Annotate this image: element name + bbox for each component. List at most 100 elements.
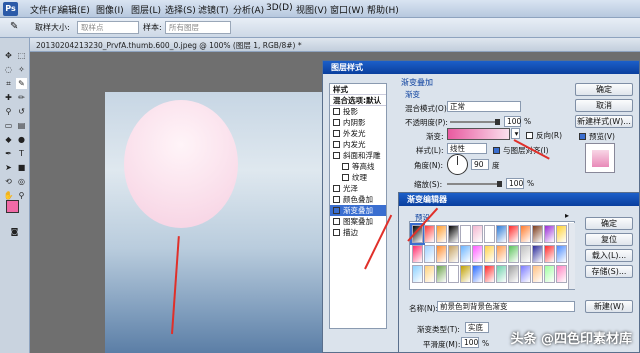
gradient-preset-swatch[interactable] [460,245,471,263]
presets-menu-icon[interactable]: ▸ [565,211,569,220]
menu-select[interactable]: 选择(S) [165,3,196,16]
style-list-item[interactable]: 描边 [330,227,386,238]
style-checkbox[interactable] [333,130,340,137]
gradient-preset-swatch[interactable] [448,225,459,243]
document-tab[interactable]: 20130204213230_PrvfA.thumb.600_0.jpeg @ … [36,40,302,51]
style-list-item[interactable]: 内阴影 [330,117,386,128]
gradient-preset-swatch[interactable] [436,245,447,263]
name-input[interactable]: 前景色到背景色渐变 [437,301,575,312]
layer-style-ok-button[interactable]: 确定 [575,83,633,96]
gradient-preset-swatch[interactable] [496,265,507,283]
style-list-item[interactable]: 等高线 [330,161,386,172]
gradient-reset-button[interactable]: 复位 [585,233,633,246]
style-list-item[interactable]: 图案叠加 [330,216,386,227]
menu-3d[interactable]: 3D(D) [266,3,293,13]
gradient-preset-swatch[interactable] [448,245,459,263]
eyedropper-icon[interactable]: ✎ [10,21,18,32]
stamp-tool-icon[interactable]: ⚲ [3,106,14,117]
eyedropper-tool-icon[interactable]: ✎ [16,78,27,89]
gradient-preset-swatch[interactable] [496,225,507,243]
style-checkbox[interactable] [342,174,349,181]
style-checkbox[interactable] [333,141,340,148]
gradient-preset-swatch[interactable] [472,265,483,283]
gradient-preset-swatch[interactable] [508,225,519,243]
layer-style-cancel-button[interactable]: 取消 [575,99,633,112]
gradient-preset-swatch[interactable] [508,245,519,263]
gradient-new-button[interactable]: 新建(W) [585,300,633,313]
gradient-preset-swatch[interactable] [520,265,531,283]
style-checkbox[interactable] [342,163,349,170]
style-list-item[interactable]: 光泽 [330,183,386,194]
presets-scrollbar[interactable] [568,223,575,289]
gradient-type-select[interactable]: 实底 [465,322,489,333]
gradient-preset-swatch[interactable] [532,225,543,243]
new-style-button[interactable]: 新建样式(W)... [575,115,633,128]
crop-tool-icon[interactable]: ⌗ [3,78,14,89]
gradient-load-button[interactable]: 载入(L)... [585,249,633,262]
quick-mask-icon[interactable]: ◙ [9,226,20,237]
gradient-preset-swatch[interactable] [436,225,447,243]
menu-image[interactable]: 图像(I) [96,3,124,16]
menu-help[interactable]: 帮助(H) [367,3,399,16]
style-checkbox[interactable] [333,218,340,225]
gradient-preset-swatch[interactable] [484,245,495,263]
menu-edit[interactable]: 编辑(E) [59,3,90,16]
opacity-slider-track[interactable] [450,121,500,123]
style-list-item[interactable]: 投影 [330,106,386,117]
3d-orbit-icon[interactable]: ◎ [16,176,27,187]
gradient-preset-swatch[interactable] [472,245,483,263]
gradient-preset-swatch[interactable] [544,245,555,263]
gradient-preset-swatch[interactable] [532,265,543,283]
sample-select[interactable]: 所有图层 [165,21,231,34]
gradient-preset-swatch[interactable] [448,265,459,283]
brush-tool-icon[interactable]: ✏ [16,92,27,103]
gradient-preset-swatch[interactable] [460,225,471,243]
foreground-color-swatch[interactable] [6,200,19,213]
style-checkbox[interactable] [333,119,340,126]
gradient-preset-swatch[interactable] [544,225,555,243]
preview-checkbox[interactable]: 预览(V) [579,131,615,142]
gradient-preset-swatch[interactable] [544,265,555,283]
gradient-preset-swatch[interactable] [532,245,543,263]
style-list-item[interactable]: 内发光 [330,139,386,150]
gradient-preset-swatch[interactable] [556,225,567,243]
gradient-preset-swatch[interactable] [556,265,567,283]
healing-tool-icon[interactable]: ✚ [3,92,14,103]
menu-window[interactable]: 窗口(W) [330,3,364,16]
angle-input[interactable]: 90 [471,159,489,170]
eraser-tool-icon[interactable]: ▭ [3,120,14,131]
gradient-ok-button[interactable]: 确定 [585,217,633,230]
gradient-preset-swatch[interactable] [496,245,507,263]
pen-tool-icon[interactable]: ✒ [3,148,14,159]
gradient-preset-swatch[interactable] [556,245,567,263]
style-checkbox[interactable] [333,196,340,203]
style-checkbox[interactable] [333,108,340,115]
3d-rotate-icon[interactable]: ⟲ [3,176,14,187]
reverse-checkbox[interactable]: 反向(R) [526,130,562,141]
gradient-preset-swatch[interactable] [484,225,495,243]
menu-filter[interactable]: 滤镜(T) [198,3,229,16]
gradient-preset-swatch[interactable] [424,225,435,243]
style-select[interactable]: 线性 [447,143,487,154]
gradient-preset-swatch[interactable] [520,225,531,243]
type-tool-icon[interactable]: T [16,148,27,159]
menu-layer[interactable]: 图层(L) [131,3,161,16]
style-list-item[interactable]: 样式 [330,84,386,95]
history-brush-icon[interactable]: ↺ [16,106,27,117]
style-checkbox[interactable] [333,207,340,214]
marquee-tool-icon[interactable]: ⬚ [16,50,27,61]
scale-slider-thumb[interactable] [497,181,502,187]
sample-size-select[interactable]: 取样点 [77,21,139,34]
scale-slider-track[interactable] [447,183,502,185]
gradient-preset-swatch[interactable] [436,265,447,283]
angle-dial[interactable] [447,154,468,175]
opacity-input[interactable]: 100 [504,116,521,127]
gradient-preset-swatch[interactable] [484,265,495,283]
gradient-preset-swatch[interactable] [412,265,423,283]
dodge-tool-icon[interactable]: ● [16,134,27,145]
move-tool-icon[interactable]: ✥ [3,50,14,61]
gradient-preset-swatch[interactable] [460,265,471,283]
gradient-dropdown-icon[interactable]: ▾ [511,128,520,139]
opacity-slider-thumb[interactable] [495,119,500,125]
gradient-preset-swatch[interactable] [508,265,519,283]
